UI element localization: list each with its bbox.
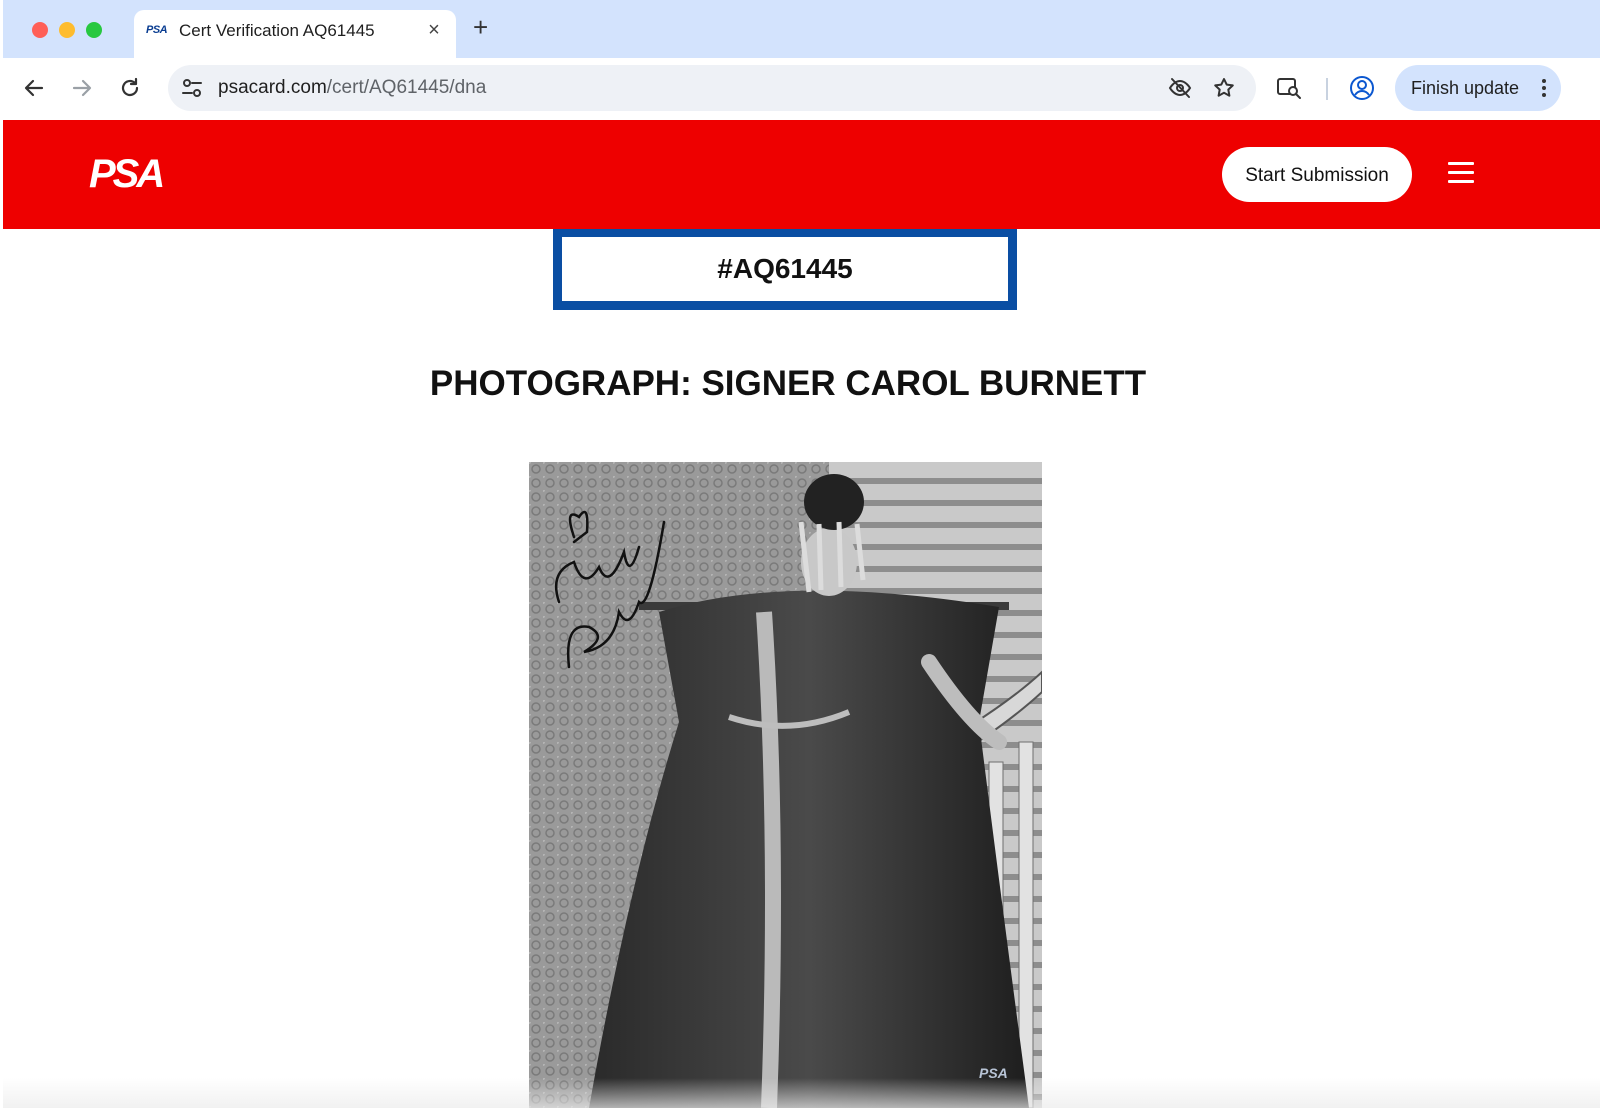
start-submission-button[interactable]: Start Submission	[1222, 147, 1412, 202]
browser-toolbar: psacard.com/cert/AQ61445/dna Finish upda…	[3, 58, 1600, 120]
autographed-photograph[interactable]: PSA	[529, 462, 1042, 1108]
svg-text:PSA: PSA	[979, 1065, 1008, 1081]
reload-icon	[121, 77, 139, 97]
tab-close-icon[interactable]: ×	[424, 20, 444, 40]
star-icon[interactable]	[1212, 76, 1236, 100]
more-vert-icon[interactable]	[1541, 78, 1547, 98]
finish-update-button[interactable]: Finish update	[1395, 65, 1561, 111]
lens-search-icon[interactable]	[1276, 75, 1302, 101]
cert-number: #AQ61445	[717, 253, 853, 284]
minimize-window-button[interactable]	[59, 22, 75, 38]
browser-window: PSA Cert Verification AQ61445 × + psacar…	[3, 0, 1600, 1108]
tab-strip: PSA Cert Verification AQ61445 × +	[3, 0, 1600, 58]
back-button[interactable]	[17, 71, 51, 105]
close-window-button[interactable]	[32, 22, 48, 38]
toolbar-divider	[1326, 78, 1328, 100]
url-path: /cert/AQ61445/dna	[326, 77, 487, 98]
address-bar[interactable]: psacard.com/cert/AQ61445/dna	[168, 65, 1256, 111]
forward-icon	[72, 79, 92, 97]
maximize-window-button[interactable]	[86, 22, 102, 38]
finish-update-label: Finish update	[1411, 78, 1520, 98]
cert-number-box: #AQ61445	[553, 229, 1017, 310]
back-icon	[24, 79, 44, 97]
site-info-icon[interactable]	[180, 76, 204, 100]
site-header: PSA Start Submission	[3, 120, 1600, 229]
url-host: psacard.com	[218, 77, 327, 98]
eye-off-icon[interactable]	[1168, 76, 1192, 100]
forward-button[interactable]	[65, 71, 99, 105]
reload-button[interactable]	[113, 71, 147, 105]
hamburger-menu-icon[interactable]	[1448, 162, 1474, 184]
page-title: PHOTOGRAPH: SIGNER CAROL BURNETT	[429, 364, 1147, 403]
browser-tab[interactable]: PSA Cert Verification AQ61445 ×	[134, 10, 456, 58]
psa-favicon-icon: PSA	[146, 24, 168, 36]
new-tab-button[interactable]: +	[473, 14, 488, 40]
psa-logo[interactable]: PSA	[89, 154, 165, 194]
url-text[interactable]: psacard.com/cert/AQ61445/dna	[218, 77, 486, 99]
tab-title: Cert Verification AQ61445	[179, 21, 375, 40]
photograph-image: PSA	[529, 462, 1042, 1108]
profile-icon[interactable]	[1349, 75, 1375, 101]
